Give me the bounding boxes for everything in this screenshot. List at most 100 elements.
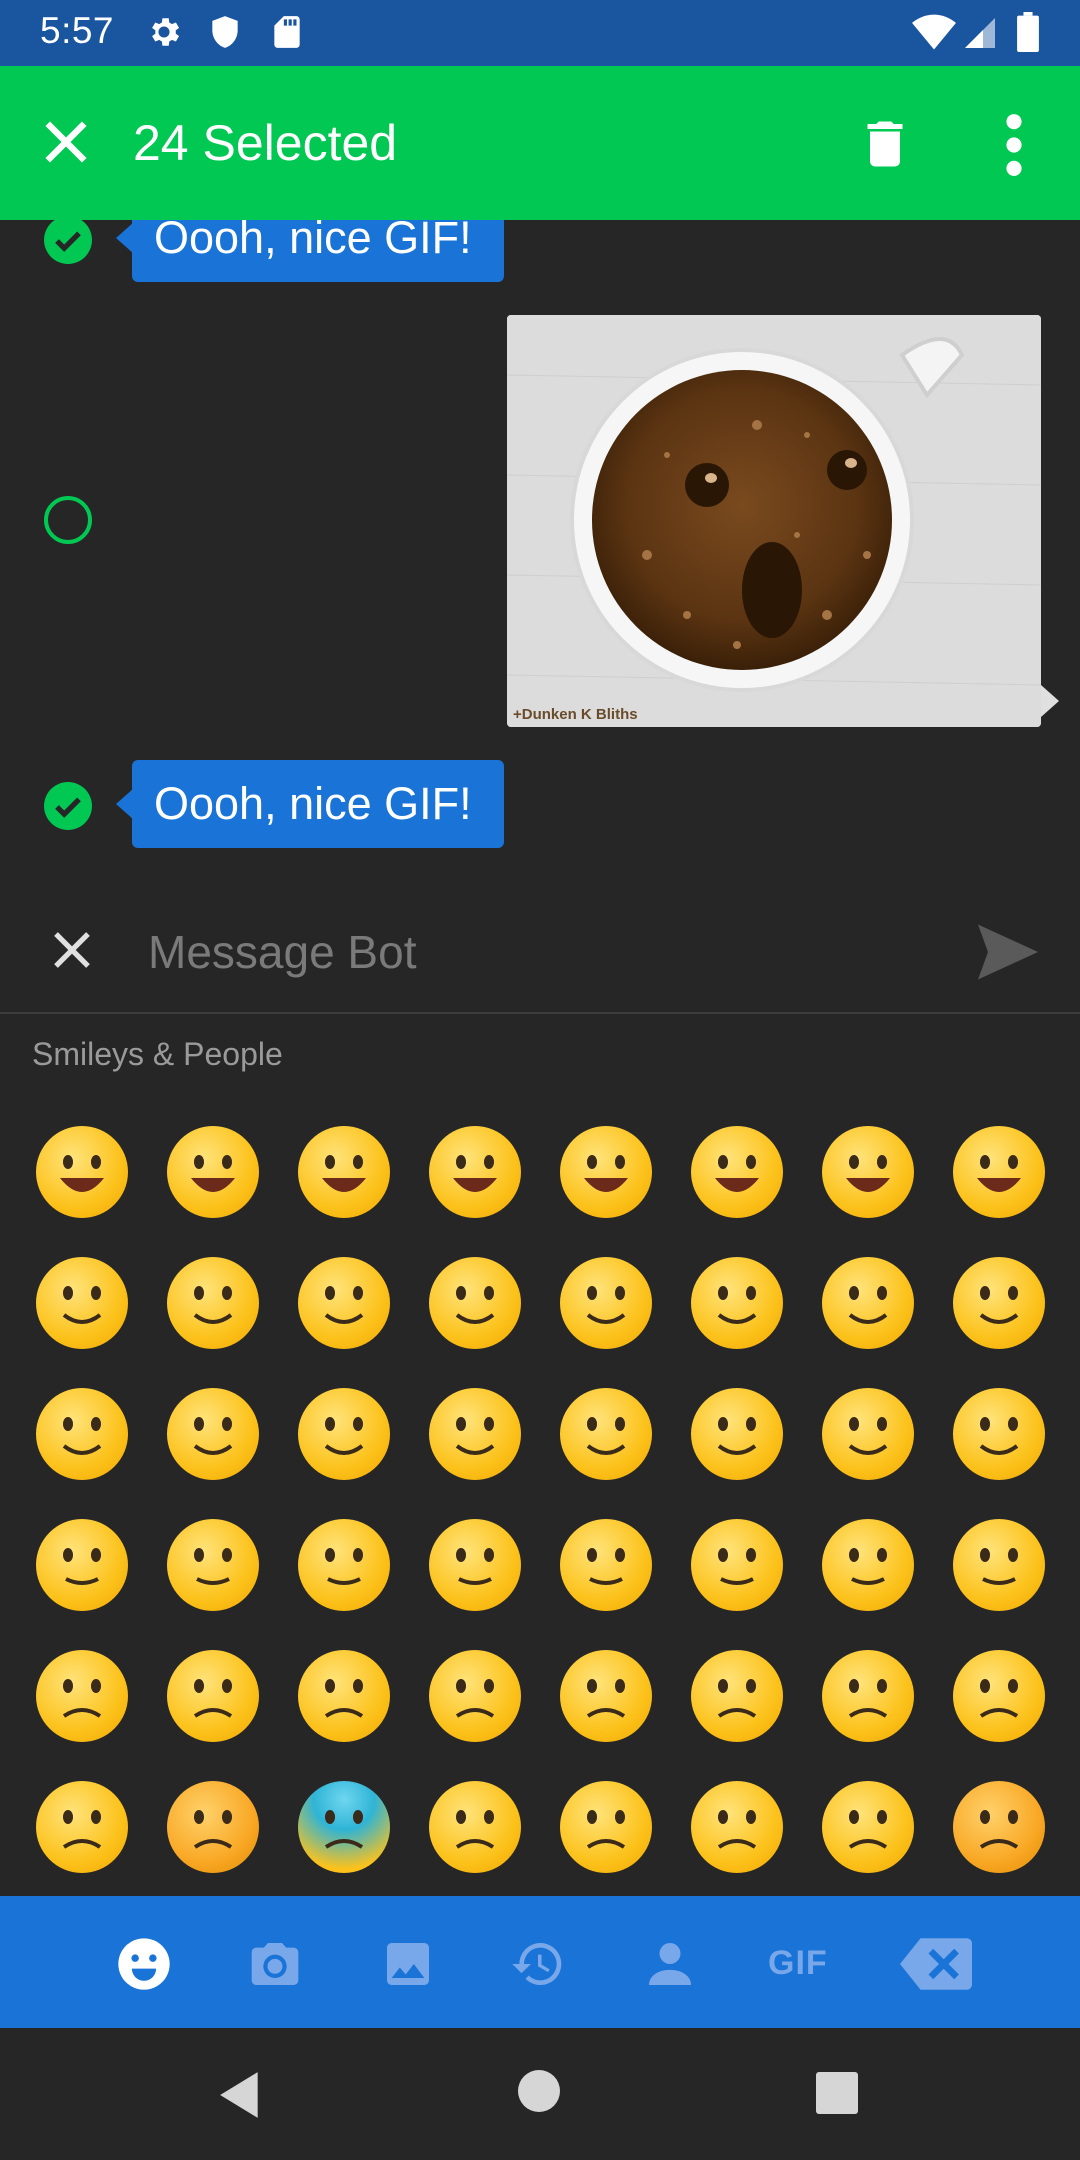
gif-tab[interactable]: GIF bbox=[768, 1936, 838, 1992]
message-list[interactable]: Oooh, nice GIF! +Dunken K Bliths Oooh, n… bbox=[0, 220, 1080, 890]
emoji-key[interactable] bbox=[278, 1761, 409, 1892]
gif-message[interactable]: +Dunken K Bliths bbox=[507, 315, 1041, 727]
emoji-face bbox=[821, 1518, 914, 1611]
emoji-key[interactable] bbox=[802, 1499, 933, 1630]
emoji-key[interactable] bbox=[671, 1106, 802, 1237]
recent-icon[interactable] bbox=[510, 1936, 566, 1992]
emoji-key[interactable] bbox=[147, 1499, 278, 1630]
emoji-key[interactable] bbox=[278, 1630, 409, 1761]
emoji-key[interactable] bbox=[933, 1368, 1064, 1499]
emoji-key[interactable] bbox=[671, 1630, 802, 1761]
emoji-face bbox=[166, 1387, 259, 1480]
emoji-face bbox=[35, 1125, 128, 1218]
emoji-face bbox=[690, 1125, 783, 1218]
emoji-face bbox=[166, 1780, 259, 1873]
camera-icon[interactable] bbox=[247, 1936, 303, 1992]
emoji-face bbox=[821, 1780, 914, 1873]
send-icon[interactable] bbox=[978, 924, 1038, 980]
emoji-face bbox=[35, 1780, 128, 1873]
emoji-key[interactable] bbox=[147, 1761, 278, 1892]
unselected-circle-icon[interactable] bbox=[44, 496, 92, 544]
emoji-key[interactable] bbox=[671, 1761, 802, 1892]
gif-bubble-tail bbox=[1041, 685, 1059, 717]
emoji-panel: Smileys & People bbox=[0, 1016, 1080, 1896]
emoji-key[interactable] bbox=[278, 1237, 409, 1368]
emoji-key[interactable] bbox=[671, 1499, 802, 1630]
emoji-face bbox=[690, 1780, 783, 1873]
emoji-face bbox=[821, 1649, 914, 1742]
emoji-key[interactable] bbox=[16, 1499, 147, 1630]
emoji-key[interactable] bbox=[147, 1368, 278, 1499]
emoji-key[interactable] bbox=[671, 1237, 802, 1368]
emoji-face bbox=[166, 1256, 259, 1349]
emoji-face bbox=[690, 1387, 783, 1480]
selected-check-icon[interactable] bbox=[44, 220, 92, 264]
close-icon[interactable] bbox=[34, 110, 98, 174]
emoji-key[interactable] bbox=[540, 1237, 671, 1368]
emoji-key[interactable] bbox=[409, 1761, 540, 1892]
smileys-icon[interactable] bbox=[116, 1936, 172, 1992]
emoji-grid bbox=[16, 1106, 1064, 1892]
person-icon[interactable] bbox=[642, 1936, 698, 1992]
emoji-key[interactable] bbox=[671, 1368, 802, 1499]
close-emoji-icon[interactable] bbox=[48, 926, 96, 974]
emoji-face bbox=[559, 1125, 652, 1218]
emoji-face bbox=[297, 1387, 390, 1480]
emoji-face bbox=[428, 1256, 521, 1349]
emoji-face bbox=[952, 1256, 1045, 1349]
emoji-key[interactable] bbox=[147, 1237, 278, 1368]
emoji-key[interactable] bbox=[802, 1106, 933, 1237]
emoji-key[interactable] bbox=[540, 1368, 671, 1499]
emoji-key[interactable] bbox=[933, 1630, 1064, 1761]
selection-count-title: 24 Selected bbox=[133, 115, 398, 171]
emoji-key[interactable] bbox=[278, 1368, 409, 1499]
emoji-key[interactable] bbox=[147, 1106, 278, 1237]
emoji-face bbox=[559, 1256, 652, 1349]
emoji-face bbox=[559, 1518, 652, 1611]
emoji-key[interactable] bbox=[802, 1761, 933, 1892]
gif-tab-label: GIF bbox=[768, 1944, 828, 1982]
emoji-key[interactable] bbox=[409, 1368, 540, 1499]
emoji-key[interactable] bbox=[540, 1106, 671, 1237]
emoji-key[interactable] bbox=[16, 1630, 147, 1761]
emoji-face bbox=[821, 1125, 914, 1218]
emoji-key[interactable] bbox=[409, 1630, 540, 1761]
emoji-face bbox=[166, 1125, 259, 1218]
emoji-key[interactable] bbox=[278, 1106, 409, 1237]
emoji-face bbox=[559, 1649, 652, 1742]
emoji-key[interactable] bbox=[147, 1630, 278, 1761]
emoji-key[interactable] bbox=[802, 1630, 933, 1761]
emoji-key[interactable] bbox=[278, 1499, 409, 1630]
emoji-key[interactable] bbox=[409, 1237, 540, 1368]
home-icon[interactable] bbox=[518, 2070, 560, 2112]
emoji-face bbox=[690, 1518, 783, 1611]
message-bubble[interactable]: Oooh, nice GIF! bbox=[116, 220, 504, 282]
emoji-face bbox=[35, 1387, 128, 1480]
selected-check-icon[interactable] bbox=[44, 782, 92, 830]
emoji-key[interactable] bbox=[540, 1499, 671, 1630]
back-icon[interactable] bbox=[216, 2070, 266, 2120]
emoji-key[interactable] bbox=[409, 1499, 540, 1630]
message-bubble[interactable]: Oooh, nice GIF! bbox=[116, 760, 504, 848]
message-input[interactable] bbox=[148, 912, 948, 992]
emoji-key[interactable] bbox=[933, 1499, 1064, 1630]
emoji-key[interactable] bbox=[540, 1630, 671, 1761]
emoji-face bbox=[297, 1518, 390, 1611]
recents-icon[interactable] bbox=[816, 2072, 858, 2114]
emoji-key[interactable] bbox=[933, 1237, 1064, 1368]
emoji-key[interactable] bbox=[802, 1237, 933, 1368]
image-icon[interactable] bbox=[380, 1936, 436, 1992]
emoji-key[interactable] bbox=[933, 1761, 1064, 1892]
emoji-key[interactable] bbox=[540, 1761, 671, 1892]
emoji-key[interactable] bbox=[409, 1106, 540, 1237]
emoji-key[interactable] bbox=[16, 1368, 147, 1499]
emoji-key[interactable] bbox=[802, 1368, 933, 1499]
delete-icon[interactable] bbox=[855, 112, 915, 176]
emoji-key[interactable] bbox=[16, 1761, 147, 1892]
backspace-icon[interactable] bbox=[900, 1936, 972, 1992]
emoji-face bbox=[428, 1780, 521, 1873]
emoji-key[interactable] bbox=[933, 1106, 1064, 1237]
more-vert-icon[interactable] bbox=[1000, 110, 1028, 180]
emoji-key[interactable] bbox=[16, 1106, 147, 1237]
emoji-key[interactable] bbox=[16, 1237, 147, 1368]
